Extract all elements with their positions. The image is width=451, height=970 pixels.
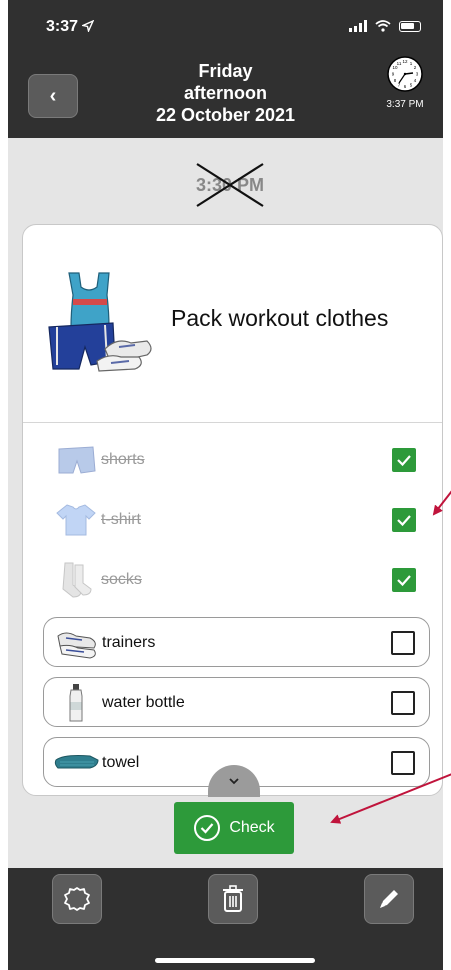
signal-icon (349, 20, 367, 32)
chevron-down-icon (229, 778, 239, 785)
item-label: t-shirt (101, 511, 141, 528)
bottom-toolbar (8, 868, 443, 970)
status-icons (349, 20, 421, 32)
chevron-left-icon: ‹ (49, 84, 57, 107)
alarm-button[interactable] (52, 874, 102, 924)
clock-icon: 12 1234567891011 (387, 56, 423, 92)
delete-button[interactable] (208, 874, 258, 924)
item-label: water bottle (102, 694, 185, 711)
task-card: Pack workout clothes shorts t-shirt sock… (22, 224, 443, 796)
cross-out-icon (196, 163, 264, 207)
check-button-label: Check (229, 819, 275, 836)
clock: 12 1 2 3 4 5 6 7 8 9 10 11 3:37 PM (377, 56, 433, 110)
clock-time-label: 3:37 PM (386, 99, 424, 110)
alarm-icon (64, 887, 90, 911)
home-indicator[interactable] (155, 958, 315, 963)
back-button[interactable]: ‹ (28, 74, 78, 118)
checklist-item-water-bottle[interactable]: water bottle (43, 677, 430, 727)
frame-edge-right (443, 0, 451, 970)
task-header: Pack workout clothes (23, 225, 442, 423)
water-bottle-icon (69, 684, 83, 722)
app-screen: 3:37 ‹ Friday afternoon 22 October 2021 … (0, 0, 451, 970)
status-bar: 3:37 (8, 0, 443, 48)
item-label: shorts (101, 451, 145, 468)
checkbox-unchecked[interactable] (391, 631, 415, 655)
checklist-item-trainers[interactable]: trainers (43, 617, 430, 667)
item-label: trainers (102, 634, 156, 651)
check-circle-icon (194, 815, 221, 841)
trainers-icon (57, 632, 96, 659)
task-title: Pack workout clothes (171, 305, 389, 331)
page-title: Friday afternoon 22 October 2021 (108, 60, 343, 126)
checkbox-unchecked[interactable] (391, 691, 415, 715)
checkmark-icon (397, 575, 411, 587)
checkbox-checked[interactable] (392, 508, 416, 532)
checkmark-icon (397, 455, 411, 467)
app-header: ‹ Friday afternoon 22 October 2021 12 1 2 3… (8, 48, 443, 138)
trash-icon (223, 885, 243, 912)
item-label: towel (102, 754, 140, 771)
pencil-icon (380, 890, 398, 908)
checkbox-checked[interactable] (392, 568, 416, 592)
edit-button[interactable] (364, 874, 414, 924)
scheduled-time: 3:30 PM (160, 160, 300, 210)
status-time: 3:37 (46, 18, 95, 36)
wifi-icon (375, 20, 391, 32)
shorts-icon (58, 446, 96, 474)
item-label: socks (101, 571, 142, 588)
checklist-item-tshirt[interactable]: t-shirt (43, 495, 430, 545)
location-arrow-icon (81, 19, 95, 34)
checkbox-checked[interactable] (392, 448, 416, 472)
socks-icon (62, 562, 92, 598)
tshirt-icon (56, 504, 96, 536)
workout-clothes-image (48, 272, 152, 372)
checklist-item-socks[interactable]: socks (43, 555, 430, 605)
checklist-item-shorts[interactable]: shorts (43, 435, 430, 485)
title-date: 22 October 2021 (155, 105, 296, 125)
check-button[interactable]: Check (174, 802, 294, 854)
title-day: Friday (198, 61, 253, 81)
status-time-text: 3:37 (46, 18, 79, 35)
svg-text:11: 11 (397, 61, 402, 66)
towel-icon (54, 755, 99, 769)
frame-edge-left (0, 0, 8, 970)
title-period: afternoon (184, 83, 267, 103)
svg-text:12: 12 (402, 59, 408, 64)
checkmark-icon (397, 515, 411, 527)
checkbox-unchecked[interactable] (391, 751, 415, 775)
battery-icon (399, 20, 421, 32)
